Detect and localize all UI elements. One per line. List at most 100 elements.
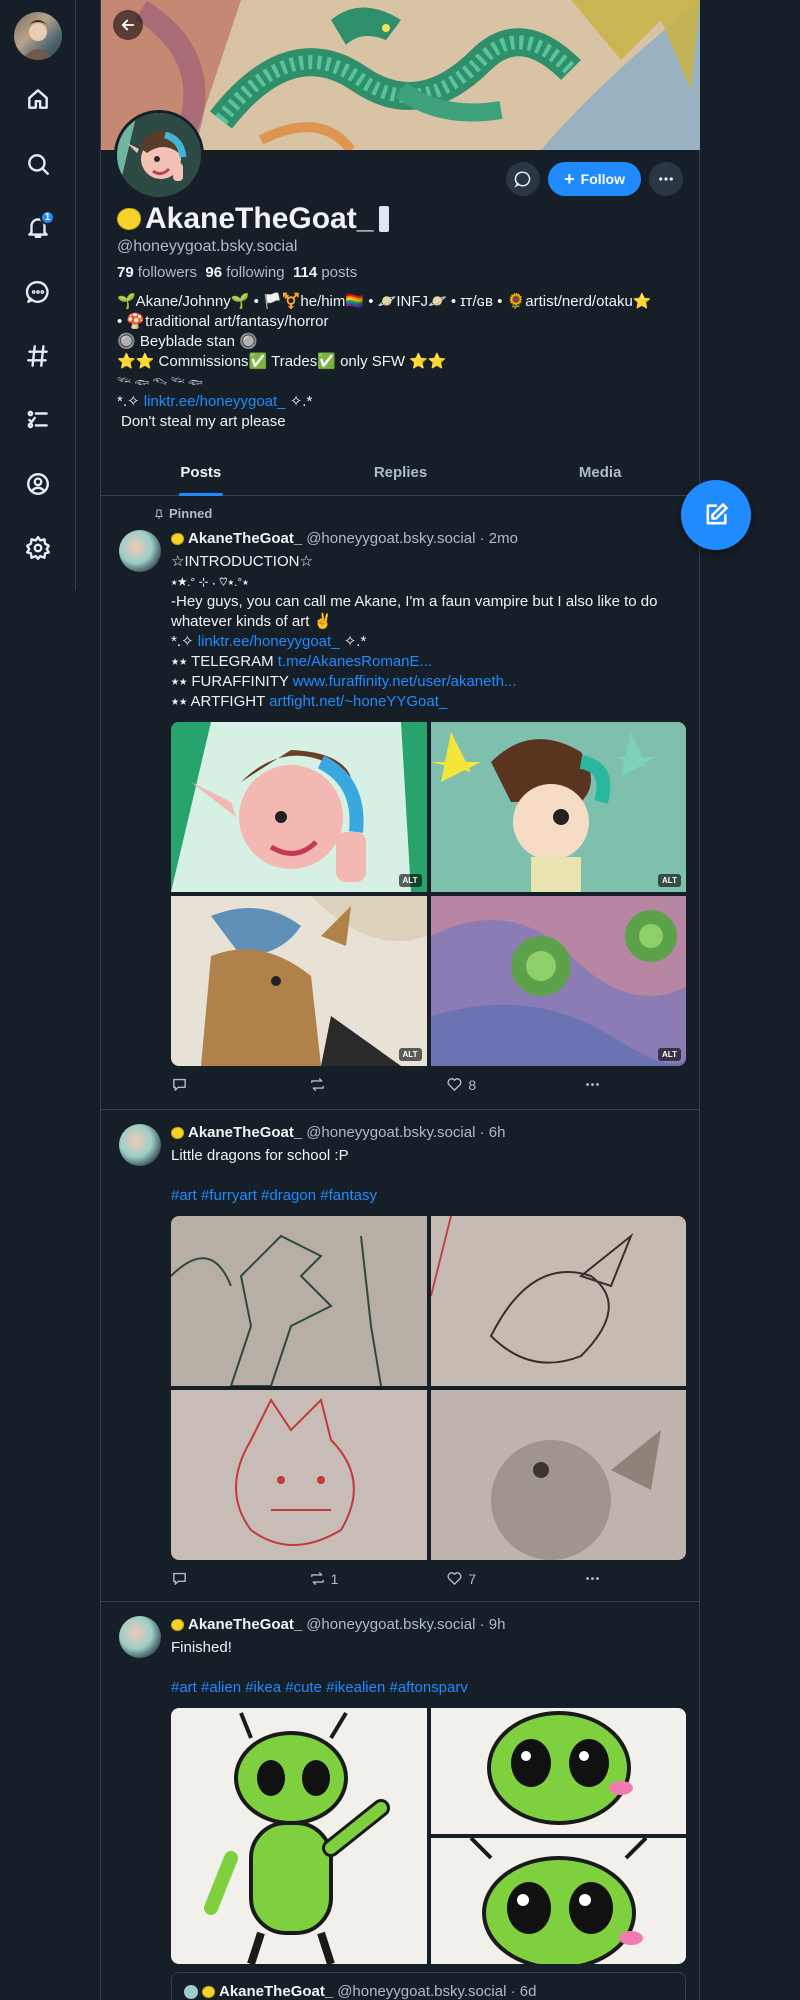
lemon-emoji-icon <box>171 532 184 545</box>
post-header: AkaneTheGoat_ @honeyygoat.bsky.social · … <box>171 530 518 547</box>
post-image-grid <box>171 1708 686 1964</box>
post-image-grid: ALT ALT ALT ALT <box>171 722 686 1066</box>
bell-icon[interactable]: 1 <box>19 208 57 246</box>
feed-post[interactable]: AkaneTheGoat_ @honeyygoat.bsky.social · … <box>101 1602 700 2000</box>
reply-button[interactable] <box>171 1076 261 1093</box>
profile-handle: @honeyygoat.bsky.social <box>117 238 298 255</box>
post-actions: 1 7 <box>171 1570 601 1587</box>
alt-badge[interactable]: ALT <box>658 874 681 887</box>
posts-label: posts <box>321 264 358 281</box>
artfight-link[interactable]: artfight.net/~honeYYGoat_ <box>269 693 447 710</box>
post-more-button[interactable] <box>584 1570 601 1587</box>
reply-button[interactable] <box>171 1570 261 1587</box>
following-label[interactable]: following <box>226 264 284 281</box>
repost-button[interactable] <box>309 1076 399 1093</box>
bio-line: Don't steal my art please <box>121 413 286 430</box>
post-image[interactable]: ALT <box>430 722 686 892</box>
post-image[interactable] <box>431 1838 686 1964</box>
post-avatar[interactable] <box>119 530 161 572</box>
back-button[interactable] <box>113 10 143 40</box>
profile-column: + Follow AkaneTheGoat_ @honeyygoat.bsky.… <box>100 0 700 2000</box>
compose-post-button[interactable] <box>681 480 751 550</box>
post-image[interactable] <box>171 1216 427 1386</box>
post-image[interactable]: ALT <box>171 896 427 1066</box>
post-image[interactable] <box>430 1390 686 1560</box>
pinned-indicator: Pinned <box>153 506 212 521</box>
chat-icon <box>514 171 531 188</box>
profile-icon[interactable] <box>19 465 57 503</box>
search-icon[interactable] <box>19 145 57 183</box>
tab-replies[interactable]: Replies <box>301 454 501 495</box>
ellipsis-icon <box>586 1083 599 1086</box>
alt-badge[interactable]: ALT <box>398 1048 422 1061</box>
settings-icon[interactable] <box>19 529 57 567</box>
post-more-button[interactable] <box>584 1076 601 1093</box>
like-button[interactable]: 7 <box>446 1570 536 1587</box>
post-image[interactable] <box>171 1390 427 1560</box>
reply-icon <box>173 1572 186 1585</box>
lemon-emoji-icon <box>117 208 141 230</box>
post-image[interactable] <box>171 1708 427 1964</box>
like-count: 8 <box>468 1076 477 1093</box>
post-header: AkaneTheGoat_ @honeyygoat.bsky.social · … <box>171 1616 505 1633</box>
ellipsis-icon <box>659 177 673 181</box>
telegram-link[interactable]: t.me/AkanesRomanE... <box>278 653 432 670</box>
bio-line: 𓆝 𓆟 𓆞 𓆝 𓆟 <box>117 377 203 389</box>
bio-line: ⭐⭐ Commissions✅ Trades✅ only SFW ⭐⭐ <box>117 353 447 370</box>
post-image[interactable] <box>431 1708 686 1834</box>
display-name-text: AkaneTheGoat_ <box>145 202 374 235</box>
post-hashtags[interactable]: #art #alien #ikea #cute #ikealien #afton… <box>171 1678 686 1698</box>
current-user-avatar[interactable] <box>14 12 62 60</box>
follow-button[interactable]: + Follow <box>548 162 641 196</box>
feed-post[interactable]: Pinned AkaneTheGoat_ @honeyygoat.bsky.so… <box>101 496 700 1110</box>
profile-tabs: Posts Replies Media <box>101 454 700 496</box>
compose-icon <box>706 503 728 525</box>
more-options-button[interactable] <box>649 162 683 196</box>
quoted-post[interactable]: AkaneTheGoat_ @honeyygoat.bsky.social · … <box>171 1972 686 2000</box>
like-button[interactable]: 8 <box>446 1076 536 1093</box>
message-button[interactable] <box>506 162 541 196</box>
notification-badge: 1 <box>40 210 55 225</box>
alt-badge[interactable]: ALT <box>658 1048 681 1061</box>
home-icon[interactable] <box>19 80 57 118</box>
ellipsis-icon <box>586 1577 599 1580</box>
post-author-name[interactable]: AkaneTheGoat_ <box>188 530 302 547</box>
following-count[interactable]: 96 <box>205 264 222 281</box>
quoted-post-header: AkaneTheGoat_ @honeyygoat.bsky.social · … <box>184 1983 536 2000</box>
post-image[interactable]: ALT <box>171 722 427 892</box>
bio-link[interactable]: linktr.ee/honeyygoat_ <box>144 393 286 410</box>
profile-bio: 🌱Akane/Johnny🌱 • 🏳️⚧️he/him🏳️‍🌈 • 🪐INFJ🪐… <box>117 292 687 432</box>
tab-posts[interactable]: Posts <box>101 454 301 495</box>
alt-badge[interactable]: ALT <box>398 874 422 887</box>
post-image[interactable] <box>430 1216 686 1386</box>
profile-avatar[interactable] <box>114 110 204 200</box>
plus-icon: + <box>564 169 575 189</box>
heart-icon <box>447 1572 462 1585</box>
followers-label[interactable]: followers <box>138 264 197 281</box>
hashtag-icon[interactable] <box>19 337 57 375</box>
post-avatar[interactable] <box>119 1124 161 1166</box>
pin-icon <box>155 509 163 519</box>
post-text: Little dragons for school :P #art #furry… <box>171 1146 686 1206</box>
nav-rail: 1 <box>0 0 76 590</box>
list-icon[interactable] <box>19 401 57 439</box>
post-author-name[interactable]: AkaneTheGoat_ <box>188 1124 302 1141</box>
profile-actions: + Follow <box>506 162 683 196</box>
furaffinity-link[interactable]: www.furaffinity.net/user/akaneth... <box>293 673 517 690</box>
feed-post[interactable]: AkaneTheGoat_ @honeyygoat.bsky.social · … <box>101 1110 700 1602</box>
post-link[interactable]: linktr.ee/honeyygoat_ <box>198 633 340 650</box>
post-meta: @honeyygoat.bsky.social · 9h <box>306 1616 506 1633</box>
post-image[interactable]: ALT <box>430 896 686 1066</box>
post-avatar[interactable] <box>119 1616 161 1658</box>
followers-count[interactable]: 79 <box>117 264 134 281</box>
display-name: AkaneTheGoat_ <box>117 202 390 236</box>
chat-icon[interactable] <box>19 273 57 311</box>
post-hashtags[interactable]: #art #furryart #dragon #fantasy <box>171 1186 686 1206</box>
bio-line: 🌱Akane/Johnny🌱 • 🏳️⚧️he/him🏳️‍🌈 • 🪐INFJ🪐… <box>117 293 652 310</box>
post-image-grid <box>171 1216 686 1560</box>
bio-link-line: *.✧ linktr.ee/honeyygoat_ ✧.* <box>117 393 313 410</box>
post-author-name[interactable]: AkaneTheGoat_ <box>188 1616 302 1633</box>
repost-button[interactable]: 1 <box>309 1570 399 1587</box>
bio-line: • 🍄traditional art/fantasy/horror <box>117 313 329 330</box>
tab-media[interactable]: Media <box>500 454 700 495</box>
